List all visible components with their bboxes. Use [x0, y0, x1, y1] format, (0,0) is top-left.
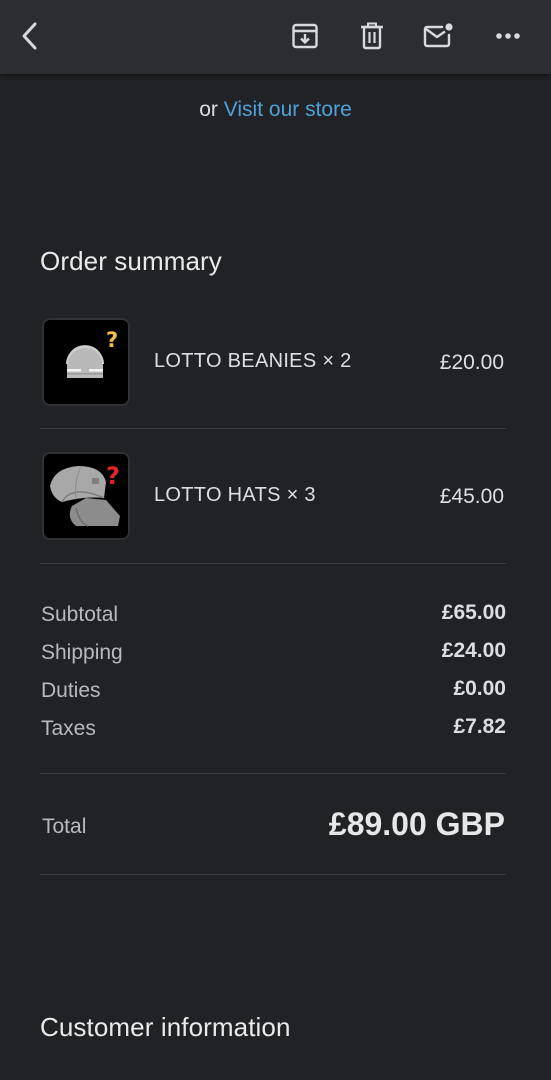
cost-label: Shipping	[41, 641, 123, 664]
total-value: £89.00 GBP	[328, 806, 505, 842]
cost-value: £65.00	[441, 601, 506, 624]
email-toolbar	[0, 0, 551, 74]
trash-icon	[361, 22, 383, 50]
customer-information-title: Customer information	[40, 1012, 291, 1042]
mail-unread-icon	[423, 23, 453, 48]
item-price: £20.00	[439, 351, 504, 374]
archive-download-icon	[292, 23, 318, 49]
order-summary-title: Order summary	[40, 246, 222, 276]
cost-label: Duties	[41, 679, 101, 702]
shipping-row: Shipping £24.00	[40, 639, 506, 671]
subtotal-row: Subtotal £65.00	[40, 601, 506, 633]
store-prefix: or	[199, 98, 218, 121]
cap-mystery-icon: ?	[50, 462, 120, 527]
svg-text:?: ?	[106, 328, 118, 352]
divider	[40, 428, 506, 429]
taxes-row: Taxes £7.82	[40, 715, 506, 747]
chevron-left-icon	[22, 22, 37, 50]
total-label: Total	[42, 815, 87, 838]
item-name: LOTTO BEANIES × 2	[154, 350, 352, 372]
product-thumbnail: ?	[42, 452, 130, 540]
order-item: ? LOTTO HATS × 3 £45.00	[42, 452, 506, 540]
product-thumbnail: ?	[42, 318, 130, 406]
item-name: LOTTO HATS × 3	[154, 484, 316, 506]
delete-button[interactable]	[352, 14, 392, 58]
cost-value: £24.00	[441, 639, 506, 662]
beanie-mystery-icon: ?	[66, 328, 118, 378]
store-line: or Visit our store	[0, 98, 551, 122]
order-item: ? LOTTO BEANIES × 2 £20.00	[42, 318, 506, 406]
divider	[40, 874, 506, 875]
more-options-button[interactable]	[488, 14, 528, 58]
more-horizontal-icon	[496, 33, 520, 39]
cost-value: £0.00	[453, 677, 506, 700]
mark-unread-button[interactable]	[419, 14, 459, 58]
divider	[40, 563, 506, 564]
divider	[40, 773, 506, 774]
svg-text:?: ?	[106, 462, 120, 490]
archive-button[interactable]	[285, 14, 325, 58]
duties-row: Duties £0.00	[40, 677, 506, 709]
cost-label: Taxes	[41, 717, 96, 740]
visit-store-link[interactable]: Visit our store	[224, 98, 352, 121]
cost-label: Subtotal	[41, 603, 119, 626]
cost-value: £7.82	[453, 715, 506, 738]
item-price: £45.00	[439, 485, 504, 508]
back-button[interactable]	[10, 14, 50, 58]
